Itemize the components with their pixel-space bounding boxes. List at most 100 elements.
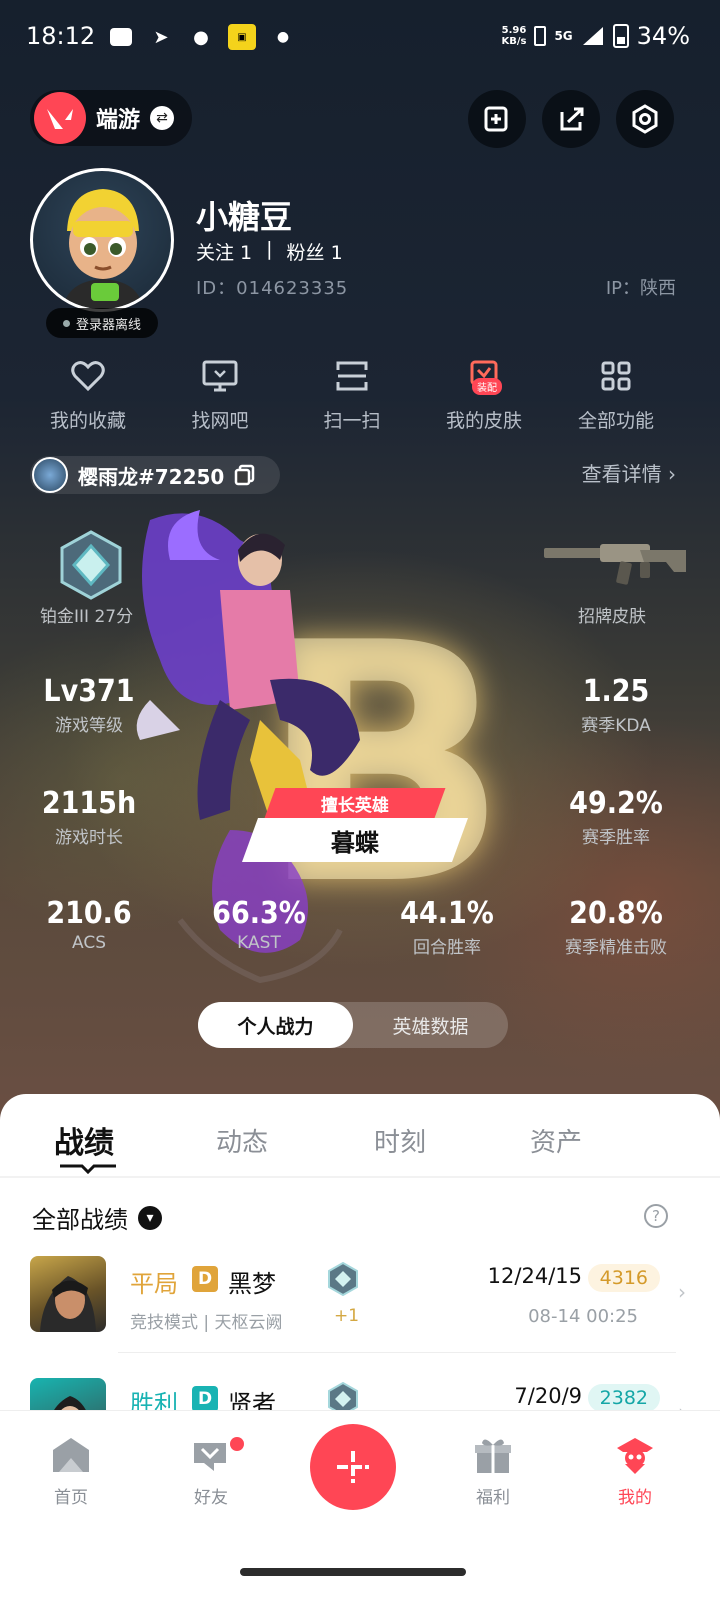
signal-icon bbox=[582, 27, 603, 45]
function-label: 扫一扫 bbox=[323, 410, 381, 432]
stat-label: 赛季精准击败 bbox=[565, 938, 667, 958]
friends-icon bbox=[166, 1431, 256, 1479]
match-date: 08-14 00:25 bbox=[528, 1306, 638, 1327]
match-score: 4316 bbox=[587, 1264, 660, 1292]
stat-round-winrate: 44.1% 回合胜率 bbox=[372, 896, 522, 958]
stat-label: 回合胜率 bbox=[413, 938, 481, 958]
stat-label: ACS bbox=[72, 933, 106, 953]
avatar-character-icon bbox=[63, 189, 143, 309]
match-kda: 12/24/15 bbox=[487, 1264, 582, 1288]
match-grade-badge: D bbox=[192, 1386, 218, 1412]
riot-account[interactable]: 樱雨龙#72250 bbox=[30, 456, 280, 494]
nickname: 小糖豆 bbox=[196, 198, 293, 236]
status-right: 5.96 KB/s 5G 34% bbox=[501, 22, 690, 50]
copy-icon[interactable] bbox=[234, 464, 256, 486]
nav-label: 我的 bbox=[618, 1488, 652, 1508]
stat-value: 210.6 bbox=[46, 896, 132, 931]
match-rank-change: +1 bbox=[334, 1306, 360, 1326]
stat-value: 44.1% bbox=[400, 896, 494, 931]
monitor-icon bbox=[160, 356, 280, 396]
message-icon bbox=[108, 26, 134, 48]
function-label: 我的皮肤 bbox=[445, 410, 522, 432]
match-mode: 竞技模式 | 天枢云阙 bbox=[130, 1313, 283, 1333]
profile-tabs: 战绩 动态 时刻 资产 bbox=[0, 1110, 720, 1170]
tab-feed[interactable]: 动态 bbox=[216, 1122, 268, 1159]
signature-skin-label: 招牌皮肤 bbox=[578, 607, 646, 627]
status-time: 18:12 bbox=[26, 22, 96, 50]
add-post-button[interactable] bbox=[310, 1424, 396, 1510]
settings-button[interactable] bbox=[616, 90, 674, 148]
stat-winrate: 49.2% 赛季胜率 bbox=[541, 786, 691, 848]
scan-icon bbox=[292, 356, 412, 396]
login-status-text: 登录器离线 bbox=[75, 317, 141, 333]
game-switcher[interactable]: 端游 ⇄ bbox=[30, 90, 192, 146]
help-icon[interactable]: ? bbox=[644, 1204, 668, 1228]
ip-location: IP：陕西 bbox=[605, 278, 676, 299]
user-id: ID：014623335 bbox=[196, 278, 349, 299]
stat-kda: 1.25 赛季KDA bbox=[541, 674, 691, 736]
wechat-icon: ● bbox=[193, 26, 209, 48]
share-button[interactable] bbox=[542, 90, 600, 148]
following-count[interactable]: 关注 1 bbox=[196, 238, 252, 265]
tab-moments[interactable]: 时刻 bbox=[374, 1122, 426, 1159]
send-icon: ➤ bbox=[153, 26, 169, 48]
rank-label: 铂金III 27分 bbox=[40, 607, 134, 627]
net-speed-value: 5.96 bbox=[501, 25, 527, 36]
game-label: 端游 bbox=[96, 108, 141, 133]
function-all[interactable]: 全部功能 bbox=[556, 356, 676, 433]
record-filter-label: 全部战绩 bbox=[32, 1206, 128, 1234]
match-row[interactable]: 平局 D 黑梦 竞技模式 | 天枢云阙 +1 12/24/15 4316 08-… bbox=[0, 1252, 720, 1372]
function-find-netcafe[interactable]: 找网吧 bbox=[160, 356, 280, 433]
rank-platinum-icon bbox=[60, 530, 122, 600]
home-indicator bbox=[240, 1568, 466, 1576]
tab-record[interactable]: 战绩 bbox=[54, 1118, 114, 1162]
nav-friends[interactable]: 好友 bbox=[166, 1431, 256, 1508]
match-rank-icon bbox=[328, 1262, 358, 1296]
chevron-right-icon: › bbox=[678, 1280, 686, 1304]
match-grade-badge: D bbox=[192, 1266, 218, 1292]
stat-value: 1.25 bbox=[582, 674, 650, 709]
function-my-skins[interactable]: 装配 我的皮肤 bbox=[424, 356, 544, 433]
segment-agent-data[interactable]: 英雄数据 bbox=[353, 1002, 508, 1048]
nav-home[interactable]: 首页 bbox=[26, 1431, 116, 1508]
best-agent-title: 擅长英雄 bbox=[321, 795, 389, 816]
stat-value: Lv371 bbox=[43, 674, 135, 709]
view-details-link[interactable]: 查看详情 › bbox=[582, 458, 676, 487]
net-speed: 5.96 KB/s bbox=[501, 25, 526, 47]
nav-welfare[interactable]: 福利 bbox=[448, 1431, 538, 1508]
best-agent-name: 暮蝶 bbox=[331, 828, 379, 857]
function-scan[interactable]: 扫一扫 bbox=[292, 356, 412, 433]
segment-personal-power[interactable]: 个人战力 bbox=[198, 1002, 353, 1048]
stat-precise-kills: 20.8% 赛季精准击败 bbox=[541, 896, 691, 958]
match-kda: 7/20/9 bbox=[514, 1384, 582, 1408]
stat-label: 赛季胜率 bbox=[582, 828, 650, 848]
login-status-badge: 登录器离线 bbox=[46, 308, 158, 338]
function-label: 全部功能 bbox=[577, 410, 654, 432]
nav-label: 首页 bbox=[54, 1488, 88, 1508]
valorant-logo-icon bbox=[34, 92, 86, 144]
stat-label: KAST bbox=[237, 933, 281, 953]
nav-mine[interactable]: 我的 bbox=[590, 1431, 680, 1508]
best-agent-name-bg: 暮蝶 bbox=[241, 818, 469, 862]
offline-dot-icon bbox=[62, 319, 70, 327]
battery-level: 34% bbox=[636, 22, 690, 50]
best-agent-tag: 擅长英雄 暮蝶 bbox=[240, 788, 470, 866]
stat-hours: 2115h 游戏时长 bbox=[14, 786, 164, 848]
stats-segment-control: 个人战力 英雄数据 bbox=[198, 1002, 508, 1048]
edit-card-button[interactable] bbox=[468, 90, 526, 148]
function-favorites[interactable]: 我的收藏 bbox=[28, 356, 148, 433]
notification-dot bbox=[230, 1437, 244, 1451]
plus-icon bbox=[337, 1451, 369, 1483]
tab-assets[interactable]: 资产 bbox=[530, 1122, 582, 1159]
record-filter[interactable]: 全部战绩 ▾ bbox=[32, 1200, 162, 1235]
avatar[interactable] bbox=[30, 168, 174, 312]
app-notification-icon: ▣ bbox=[228, 24, 256, 50]
more-dot-icon: ● bbox=[276, 29, 290, 45]
stat-value: 49.2% bbox=[569, 786, 663, 821]
profile-icon bbox=[590, 1431, 680, 1479]
sim-icon bbox=[534, 26, 547, 46]
stat-acs: 210.6 ACS bbox=[14, 896, 164, 953]
match-result: 平局 bbox=[130, 1270, 178, 1298]
followers-count[interactable]: 粉丝 1 bbox=[287, 238, 343, 265]
rifle-skin-icon bbox=[544, 544, 686, 585]
